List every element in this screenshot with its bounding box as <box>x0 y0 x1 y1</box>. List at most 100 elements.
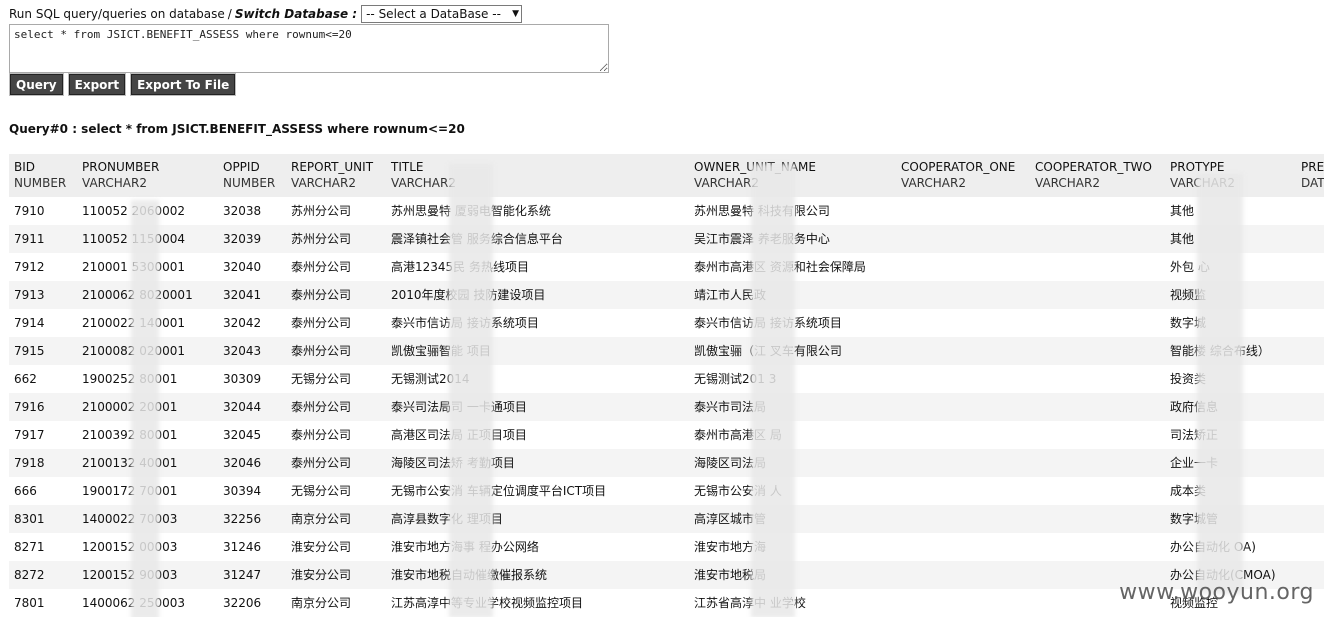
table-cell: 泰州分公司 <box>286 337 386 365</box>
table-cell: 泰州市高港区 局 <box>689 421 896 449</box>
result-table: BID NUMBER PRONUMBER VARCHAR2 OPPID NUMBER REP… <box>9 154 1324 617</box>
table-cell: 视频监 <box>1165 281 1296 309</box>
table-cell: 震泽镇社会管 服务综合信息平台 <box>386 225 689 253</box>
table-cell: 2100022 140001 <box>77 309 218 337</box>
table-cell: 7912 <box>9 253 77 281</box>
table-cell <box>896 309 1030 337</box>
table-cell: 海陵区司法矫 考勤项目 <box>386 449 689 477</box>
table-cell: 2100062 8020001 <box>77 281 218 309</box>
query-result-title: Query#0 : select * from JSICT.BENEFIT_AS… <box>9 122 465 136</box>
table-cell: 泰州分公司 <box>286 393 386 421</box>
table-cell <box>896 421 1030 449</box>
table-cell: 淮安市地税局 <box>689 561 896 589</box>
header-separator: / <box>227 7 232 21</box>
table-row: 7916 2100002 20001 32044 泰州分公司 泰兴司法局司 一卡通项目泰… <box>9 393 1324 421</box>
table-cell <box>1296 393 1324 421</box>
table-cell <box>1296 337 1324 365</box>
table-cell <box>1296 253 1324 281</box>
table-cell: 数字城 <box>1165 309 1296 337</box>
table-cell <box>896 505 1030 533</box>
table-cell: 泰州分公司 <box>286 309 386 337</box>
table-row: 8271 1200152 00003 31246 淮安分公司 淮安市地方海事 程办公网络… <box>9 533 1324 561</box>
result-grid: BID NUMBER PRONUMBER VARCHAR2 OPPID NUMBER REP… <box>9 154 1324 617</box>
table-cell: 淮安市地方海事 程办公网络 <box>386 533 689 561</box>
table-cell: 高淳县数字化 理项目 <box>386 505 689 533</box>
column-name: TITLE <box>391 160 424 174</box>
table-row: 8301 1400022 70003 32256 南京分公司 高淳县数字化 理项目 高淳区… <box>9 505 1324 533</box>
table-cell: 泰兴市信访局 接访系统项目 <box>689 309 896 337</box>
table-cell: 2100082 020001 <box>77 337 218 365</box>
table-cell <box>1030 477 1165 505</box>
table-cell: 110052 2060002 <box>77 197 218 225</box>
run-sql-label: Run SQL query/queries on database <box>9 7 225 21</box>
table-cell: 2010年度校园 技防建设项目 <box>386 281 689 309</box>
table-cell: 泰兴司法局司 一卡通项目 <box>386 393 689 421</box>
table-cell: 2100132 40001 <box>77 449 218 477</box>
column-type: NUMBER <box>14 176 67 190</box>
table-cell: 高港区司法局 正项目项目 <box>386 421 689 449</box>
table-cell: 江苏省高淳中 业学校 <box>689 589 896 617</box>
table-cell: 数字城管 <box>1165 505 1296 533</box>
table-cell: 凯傲宝骊（江 叉车有限公司 <box>689 337 896 365</box>
table-cell: 2100392 80001 <box>77 421 218 449</box>
table-cell <box>896 225 1030 253</box>
query-button[interactable]: Query <box>9 73 64 96</box>
switch-database-label: Switch Database : <box>234 7 358 21</box>
query-header: Run SQL query/queries on database / Swit… <box>9 5 523 23</box>
table-cell: 2100002 20001 <box>77 393 218 421</box>
table-cell <box>1030 337 1165 365</box>
table-cell: 7910 <box>9 197 77 225</box>
export-button[interactable]: Export <box>67 73 127 96</box>
table-cell: 靖江市人民政 <box>689 281 896 309</box>
table-cell: 无锡市公安消 人 <box>689 477 896 505</box>
table-cell: 政府信息 <box>1165 393 1296 421</box>
export-to-file-button[interactable]: Export To File <box>130 73 237 96</box>
table-cell: 32044 <box>218 393 286 421</box>
table-cell <box>896 561 1030 589</box>
table-cell: 7915 <box>9 337 77 365</box>
table-cell: 泰州分公司 <box>286 449 386 477</box>
database-select[interactable]: -- Select a DataBase -- ▼ <box>361 5 523 23</box>
table-cell <box>1296 309 1324 337</box>
table-cell: 淮安分公司 <box>286 561 386 589</box>
table-cell: 成本类 <box>1165 477 1296 505</box>
column-header: BID NUMBER <box>9 154 77 197</box>
column-type: VARCHAR2 <box>1170 176 1235 190</box>
table-cell: 泰兴市信访局 接访系统项目 <box>386 309 689 337</box>
table-cell <box>1296 533 1324 561</box>
table-cell: 1200152 00003 <box>77 533 218 561</box>
table-cell <box>1296 365 1324 393</box>
table-cell: 32040 <box>218 253 286 281</box>
table-cell: 32045 <box>218 421 286 449</box>
table-cell: 苏州分公司 <box>286 197 386 225</box>
column-header: PROTYPE VARCHAR2 <box>1165 154 1296 197</box>
table-row: 7915 2100082 020001 32043 泰州分公司 凯傲宝骊智能 项目 凯傲宝… <box>9 337 1324 365</box>
table-row: 7912 210001 5300001 32040 泰州分公司 高港12345民 务热线… <box>9 253 1324 281</box>
table-cell: 1400022 70003 <box>77 505 218 533</box>
table-cell: 苏州思曼特 厦弱电智能化系统 <box>386 197 689 225</box>
column-name: REPORT_UNIT <box>291 160 374 174</box>
table-row: 7913 2100062 8020001 32041 泰州分公司 2010年度校园 技防… <box>9 281 1324 309</box>
sql-query-input[interactable]: select * from JSICT.BENEFIT_ASSESS where… <box>9 24 609 73</box>
table-cell <box>1030 533 1165 561</box>
table-cell <box>1030 281 1165 309</box>
table-cell <box>1030 365 1165 393</box>
table-cell: 32206 <box>218 589 286 617</box>
table-cell: 8271 <box>9 533 77 561</box>
table-cell: 30394 <box>218 477 286 505</box>
table-cell: 1400062 250003 <box>77 589 218 617</box>
table-cell: 海陵区司法局 <box>689 449 896 477</box>
column-type: NUMBER <box>223 176 276 190</box>
column-type: VARCHAR2 <box>901 176 966 190</box>
table-cell: 办公自动化 OA) <box>1165 533 1296 561</box>
table-cell <box>1030 253 1165 281</box>
table-cell <box>1296 281 1324 309</box>
table-cell: 淮安分公司 <box>286 533 386 561</box>
table-cell <box>1030 505 1165 533</box>
table-cell: 32041 <box>218 281 286 309</box>
table-cell: 32038 <box>218 197 286 225</box>
column-name: OWNER_UNIT_NAME <box>694 160 816 174</box>
table-row: 662 1900252 80001 30309 无锡分公司 无锡测试2014 无锡测试20… <box>9 365 1324 393</box>
table-cell: 外包 心 <box>1165 253 1296 281</box>
table-cell <box>896 533 1030 561</box>
